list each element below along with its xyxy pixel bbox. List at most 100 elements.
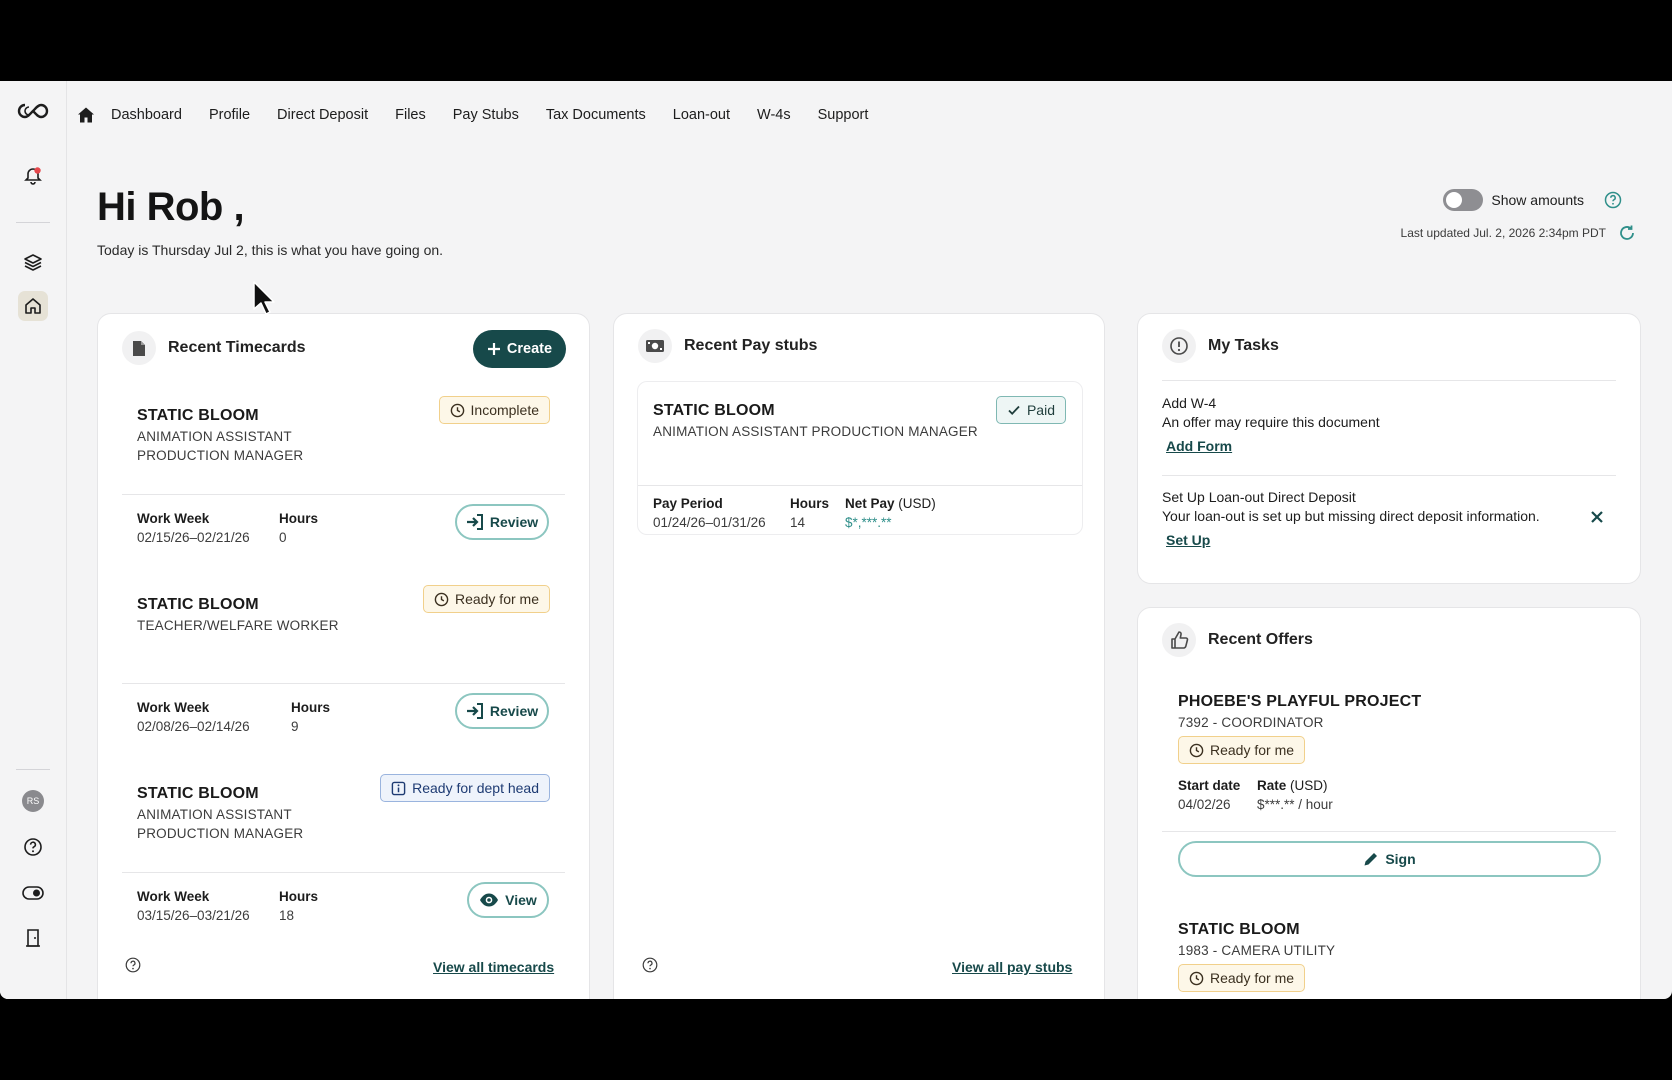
create-label: Create xyxy=(506,341,553,357)
timecard-project: STATIC BLOOM xyxy=(137,596,259,613)
app-window: RS Dashboard Profile Direct Deposit File… xyxy=(0,81,1672,999)
timecard-project: STATIC BLOOM xyxy=(137,407,259,424)
top-nav: Dashboard Profile Direct Deposit Files P… xyxy=(75,103,895,127)
eye-icon xyxy=(480,893,499,907)
sign-button[interactable]: Sign xyxy=(1178,841,1601,877)
status-badge: Ready for me xyxy=(1178,736,1306,764)
create-timecard-button[interactable]: Create xyxy=(473,330,566,368)
help-circle-icon[interactable] xyxy=(1604,191,1622,209)
last-updated: Last updated Jul. 2, 2026 2:34pm PDT xyxy=(1401,224,1636,242)
status-badge: Ready for dept head xyxy=(380,774,550,802)
nav-tax-documents[interactable]: Tax Documents xyxy=(546,107,646,123)
nav-support[interactable]: Support xyxy=(818,107,869,123)
page-subtitle: Today is Thursday Jul 2, this is what yo… xyxy=(97,242,444,258)
paystub-role: ANIMATION ASSISTANT PRODUCTION MANAGER xyxy=(653,424,978,439)
layers-icon[interactable] xyxy=(18,247,48,277)
money-icon xyxy=(638,329,672,363)
hours: Hours 9 xyxy=(291,700,330,734)
check-icon xyxy=(1008,405,1020,415)
nav-dashboard[interactable]: Dashboard xyxy=(111,107,182,123)
logout-door-icon[interactable] xyxy=(18,923,48,953)
help-icon[interactable] xyxy=(18,832,48,862)
start-date-label: Start date xyxy=(1178,778,1241,793)
set-up-link[interactable]: Set Up xyxy=(1166,532,1540,548)
help-icon[interactable] xyxy=(642,957,658,973)
thumbs-up-icon xyxy=(1162,623,1196,657)
work-week: Work Week 02/15/26–02/21/26 xyxy=(137,511,250,545)
view-all-paystubs-link[interactable]: View all pay stubs xyxy=(952,959,1072,975)
task-item: Set Up Loan-out Direct Deposit Your loan… xyxy=(1162,489,1540,548)
toggle-theme-icon[interactable] xyxy=(18,878,48,908)
card-title: Recent Timecards xyxy=(122,331,306,365)
nav-direct-deposit[interactable]: Direct Deposit xyxy=(277,107,368,123)
recent-timecards-card: Recent Timecards Create STATIC BLOOM ANI… xyxy=(97,313,590,999)
card-title: Recent Pay stubs xyxy=(638,329,817,363)
hours-label: Hours xyxy=(279,889,319,904)
timecard-item: STATIC BLOOM TEACHER/WELFARE WORKER xyxy=(137,596,339,635)
status-badge: Ready for me xyxy=(1178,964,1306,992)
nav-loan-out[interactable]: Loan-out xyxy=(673,107,730,123)
nav-pay-stubs[interactable]: Pay Stubs xyxy=(453,107,519,123)
info-icon xyxy=(391,781,406,795)
work-week-label: Work Week xyxy=(137,511,210,526)
paystub-hours: Hours 14 xyxy=(790,496,829,530)
nav-files[interactable]: Files xyxy=(395,107,426,123)
row-divider xyxy=(122,494,565,495)
work-week-value: 03/15/26–03/21/26 xyxy=(137,908,250,923)
timecard-role: ANIMATION ASSISTANT xyxy=(137,429,292,444)
hours-value: 18 xyxy=(279,908,295,923)
refresh-icon[interactable] xyxy=(1618,224,1636,242)
left-rail: RS xyxy=(0,81,67,999)
clock-icon xyxy=(1189,743,1204,757)
hours-value: 0 xyxy=(279,530,287,545)
paid-badge: Paid xyxy=(995,396,1066,424)
view-label: View xyxy=(505,892,537,908)
hours-value: 14 xyxy=(790,515,806,530)
plus-icon xyxy=(487,343,500,355)
work-week-value: 02/08/26–02/14/26 xyxy=(137,719,250,734)
hours-value: 9 xyxy=(291,719,299,734)
show-amounts-toggle[interactable] xyxy=(1443,189,1484,211)
nav-w4s[interactable]: W-4s xyxy=(757,107,791,123)
net-pay-label: Net Pay xyxy=(845,496,895,511)
last-updated-text: Last updated Jul. 2, 2026 2:34pm PDT xyxy=(1400,226,1606,240)
home-rail-icon[interactable] xyxy=(18,291,48,321)
hours-label: Hours xyxy=(279,511,319,526)
dismiss-close-icon[interactable] xyxy=(1590,510,1604,524)
notification-bell-icon[interactable] xyxy=(18,161,48,191)
avatar-initials: RS xyxy=(22,790,44,812)
timecard-role: TEACHER/WELFARE WORKER xyxy=(137,618,339,633)
alert-circle-icon xyxy=(1162,329,1196,363)
paystub-item[interactable]: STATIC BLOOM ANIMATION ASSISTANT PRODUCT… xyxy=(637,381,1083,535)
add-form-link[interactable]: Add Form xyxy=(1166,438,1380,454)
hours-label: Hours xyxy=(790,496,830,511)
recent-timecards-title: Recent Timecards xyxy=(168,339,306,356)
status-badge: Ready for me xyxy=(422,585,550,613)
nav-profile[interactable]: Profile xyxy=(209,107,250,123)
task-title: Add W-4 xyxy=(1162,395,1217,411)
task-title: Set Up Loan-out Direct Deposit xyxy=(1162,489,1356,505)
review-button[interactable]: Review xyxy=(455,504,549,540)
review-button[interactable]: Review xyxy=(455,693,549,729)
recent-paystubs-title: Recent Pay stubs xyxy=(684,337,818,354)
hours: Hours 18 xyxy=(279,889,318,923)
view-button[interactable]: View xyxy=(467,882,549,918)
rate-unit: (USD) xyxy=(1290,778,1328,793)
help-icon[interactable] xyxy=(125,957,141,973)
start-date-value: 04/02/26 xyxy=(1178,797,1231,812)
avatar[interactable]: RS xyxy=(18,786,48,816)
recent-offers-title: Recent Offers xyxy=(1208,631,1313,648)
home-icon[interactable] xyxy=(75,104,97,126)
net-pay-unit: (USD) xyxy=(898,496,936,511)
rate-value: $***.** / hour xyxy=(1257,797,1333,812)
show-amounts-control: Show amounts xyxy=(1443,189,1622,211)
status-text: Ready for dept head xyxy=(412,780,539,796)
offer-project: PHOEBE'S PLAYFUL PROJECT xyxy=(1178,693,1422,710)
status-text: Paid xyxy=(1026,402,1055,418)
status-text: Ready for me xyxy=(1210,970,1295,986)
view-all-timecards-link[interactable]: View all timecards xyxy=(433,959,554,975)
rail-divider xyxy=(16,769,50,770)
logo-icon[interactable] xyxy=(16,96,50,126)
clock-icon xyxy=(434,592,449,606)
offer-start-date: Start date 04/02/26 xyxy=(1178,778,1240,812)
